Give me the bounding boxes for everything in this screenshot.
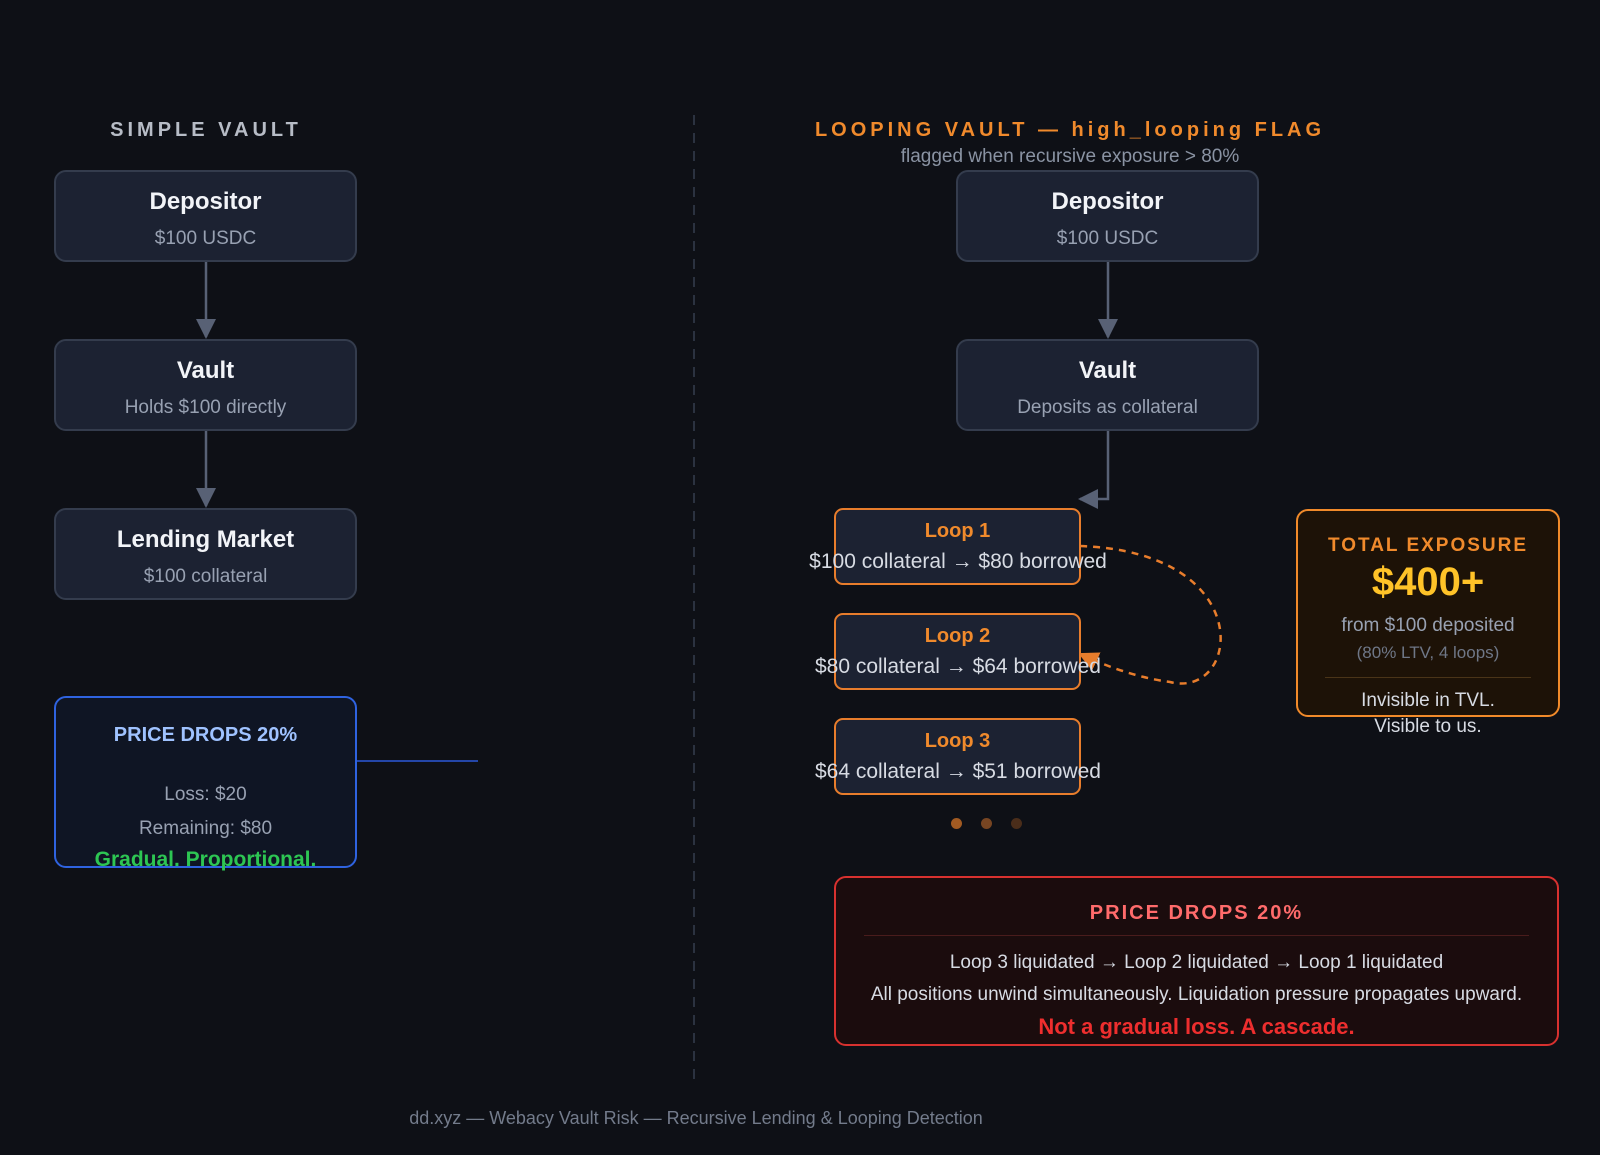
exposure-value: $400+	[1371, 560, 1485, 604]
right-price-drop-box: PRICE DROPS 20% Loop 3 liquidated → Loop…	[834, 876, 1559, 1046]
left-depositor-node: Depositor $100 USDC	[54, 170, 357, 262]
left-loss-text: Loss: $20	[164, 784, 247, 805]
loop-1-detail: $100 collateral → $80 borrowed	[809, 550, 1107, 573]
exposure-note-line-1: Invisible in TVL.	[1361, 690, 1495, 711]
right-depositor-node: Depositor $100 USDC	[956, 170, 1259, 262]
left-market-detail: $100 collateral	[143, 566, 268, 587]
continuation-dot-3	[1011, 818, 1022, 829]
right-price-drop-title: PRICE DROPS 20%	[1089, 902, 1304, 924]
left-vault-detail: Holds $100 directly	[124, 397, 287, 418]
loop-2-title: Loop 2	[924, 625, 991, 647]
right-drop-line-1: Loop 3 liquidated → Loop 2 liquidated → …	[949, 952, 1444, 973]
left-price-drop-box: PRICE DROPS 20% Loss: $20 Remaining: $80…	[54, 696, 357, 871]
footer-caption: dd.xyz — Webacy Vault Risk — Recursive L…	[409, 1108, 983, 1128]
exposure-from: from $100 deposited	[1341, 615, 1515, 636]
right-drop-divider	[864, 935, 1529, 936]
simple-vault-heading: SIMPLE VAULT	[110, 119, 302, 141]
left-remaining-text: Remaining: $80	[138, 818, 273, 839]
continuation-dot-2	[981, 818, 992, 829]
total-exposure-box: TOTAL EXPOSURE $400+ from $100 deposited…	[1296, 509, 1560, 737]
continuation-dot-1	[951, 818, 962, 829]
loop-2-detail: $80 collateral → $64 borrowed	[814, 655, 1101, 678]
right-vault-detail: Deposits as collateral	[1017, 397, 1198, 418]
right-depositor-title: Depositor	[1051, 188, 1164, 215]
right-vault-title: Vault	[1078, 357, 1137, 384]
left-market-title: Lending Market	[116, 526, 295, 553]
exposure-divider	[1325, 677, 1531, 678]
loop-1-title: Loop 1	[924, 520, 991, 542]
right-depositor-amount: $100 USDC	[1056, 228, 1159, 249]
loop-3-title: Loop 3	[924, 730, 991, 752]
diagram-canvas: SIMPLE VAULT Depositor $100 USDC Vault H…	[0, 0, 1600, 1155]
looping-vault-subheading: flagged when recursive exposure > 80%	[900, 146, 1240, 167]
exposure-params: (80% LTV, 4 loops)	[1356, 643, 1500, 662]
right-arrow-vault-loop1	[1078, 431, 1110, 509]
looping-vault-heading: LOOPING VAULT — high_looping FLAG	[814, 119, 1326, 141]
loop-3-detail: $64 collateral → $51 borrowed	[814, 760, 1101, 783]
left-lending-market-node: Lending Market $100 collateral	[54, 508, 357, 600]
right-vault-node: Vault Deposits as collateral	[956, 339, 1259, 431]
left-price-drop-title: PRICE DROPS 20%	[113, 724, 298, 746]
left-depositor-amount: $100 USDC	[154, 228, 257, 249]
left-vault-node: Vault Holds $100 directly	[54, 339, 357, 431]
left-verdict-text: Gradual. Proportional.	[94, 848, 317, 871]
left-depositor-title: Depositor	[149, 188, 262, 215]
right-drop-verdict: Not a gradual loss. A cascade.	[1038, 1014, 1355, 1039]
right-drop-line-2: All positions unwind simultaneously. Liq…	[870, 984, 1523, 1005]
exposure-note-line-2: Visible to us.	[1374, 716, 1482, 737]
left-vault-title: Vault	[176, 357, 235, 384]
exposure-title: TOTAL EXPOSURE	[1327, 535, 1529, 556]
